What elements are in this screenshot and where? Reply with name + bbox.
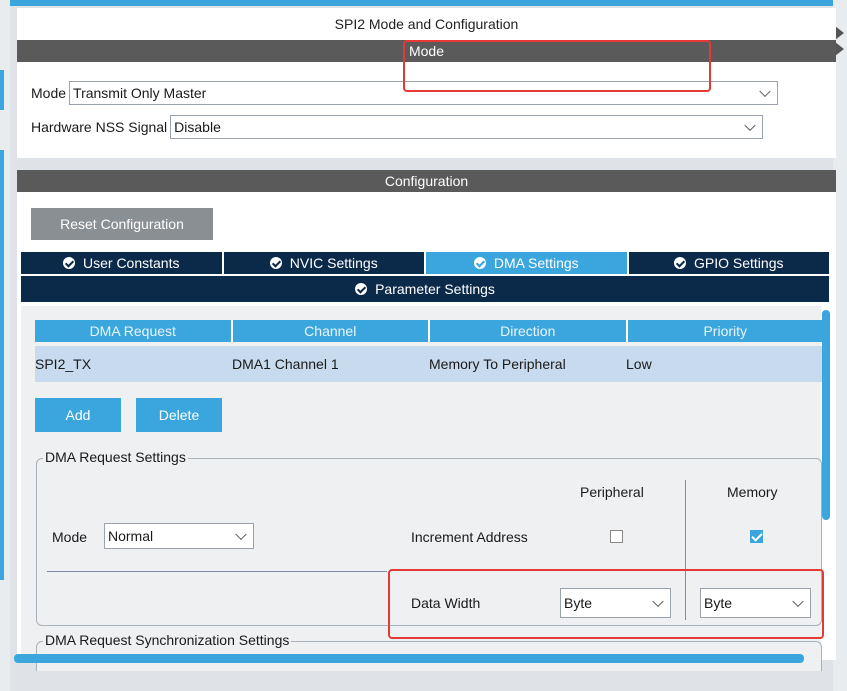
check-circle-icon bbox=[269, 257, 282, 269]
request-mode-value: Normal bbox=[108, 528, 154, 544]
cell-channel: DMA1 Channel 1 bbox=[232, 356, 339, 372]
left-marker bbox=[0, 70, 4, 110]
increment-peripheral-checkbox[interactable] bbox=[610, 530, 623, 543]
check-circle-icon bbox=[63, 257, 75, 269]
collapse-arrow-icon[interactable] bbox=[835, 26, 844, 40]
chevron-down-icon bbox=[759, 85, 771, 98]
highlight-box bbox=[388, 569, 824, 639]
increment-address-label: Increment Address bbox=[411, 529, 528, 545]
reset-configuration-button[interactable]: Reset Configuration bbox=[31, 208, 213, 240]
left-marker bbox=[0, 150, 4, 580]
check-circle-icon bbox=[674, 257, 686, 269]
peripheral-header: Peripheral bbox=[580, 484, 644, 500]
check-circle-icon bbox=[473, 257, 486, 269]
column-header[interactable]: Direction bbox=[430, 320, 628, 342]
table-row[interactable]: SPI2_TX DMA1 Channel 1 Memory To Periphe… bbox=[35, 346, 823, 382]
dma-table-header: DMA Request Channel Direction Priority bbox=[35, 320, 823, 342]
page-title: SPI2 Mode and Configuration bbox=[334, 16, 519, 32]
mode-select-value: Transmit Only Master bbox=[73, 85, 207, 101]
tab-gpio-settings[interactable]: GPIO Settings bbox=[629, 252, 830, 274]
nss-select[interactable]: Disable bbox=[170, 115, 764, 139]
collapse-arrow-icon[interactable] bbox=[835, 42, 844, 56]
tab-nvic-settings[interactable]: NVIC Settings bbox=[224, 252, 426, 274]
cell-priority: Low bbox=[626, 356, 652, 372]
column-header[interactable]: Priority bbox=[628, 320, 824, 342]
group-legend: DMA Request Settings bbox=[43, 449, 188, 465]
column-header[interactable]: Channel bbox=[233, 320, 430, 342]
tab-label: User Constants bbox=[83, 255, 180, 271]
chevron-down-icon bbox=[235, 528, 247, 541]
delete-button[interactable]: Delete bbox=[136, 398, 222, 432]
group-legend: DMA Request Synchronization Settings bbox=[43, 632, 292, 648]
top-accent-strip bbox=[0, 0, 847, 6]
tab-label: GPIO Settings bbox=[694, 255, 784, 271]
cell-request: SPI2_TX bbox=[35, 356, 92, 372]
chevron-down-icon bbox=[744, 119, 756, 132]
increment-memory-checkbox[interactable] bbox=[750, 530, 763, 543]
tab-label: Parameter Settings bbox=[375, 281, 495, 297]
nss-label: Hardware NSS Signal bbox=[31, 119, 168, 135]
column-header[interactable]: DMA Request bbox=[35, 320, 233, 342]
configuration-section-header: Configuration bbox=[17, 170, 836, 192]
tab-label: DMA Settings bbox=[493, 255, 579, 271]
add-button[interactable]: Add bbox=[35, 398, 121, 432]
vertical-scrollbar[interactable] bbox=[822, 310, 830, 520]
cell-direction: Memory To Peripheral bbox=[429, 356, 566, 372]
request-mode-select[interactable]: Normal bbox=[104, 523, 254, 549]
check-circle-icon bbox=[355, 283, 368, 295]
settings-tabs: User Constants NVIC Settings DMA Setting… bbox=[21, 252, 829, 274]
nss-row: Hardware NSS Signal Disable bbox=[31, 115, 764, 139]
left-gutter bbox=[0, 0, 10, 691]
memory-header: Memory bbox=[727, 484, 778, 500]
mode-label: Mode bbox=[31, 85, 67, 101]
divider bbox=[47, 571, 387, 572]
horizontal-scrollbar[interactable] bbox=[14, 654, 804, 663]
request-mode-label: Mode bbox=[52, 529, 88, 545]
tab-parameter-settings[interactable]: Parameter Settings bbox=[21, 276, 829, 302]
tab-user-constants[interactable]: User Constants bbox=[21, 252, 224, 274]
nss-select-value: Disable bbox=[174, 119, 221, 135]
tab-label: NVIC Settings bbox=[289, 255, 378, 271]
tab-dma-settings[interactable]: DMA Settings bbox=[426, 252, 629, 274]
highlight-box bbox=[403, 40, 711, 92]
